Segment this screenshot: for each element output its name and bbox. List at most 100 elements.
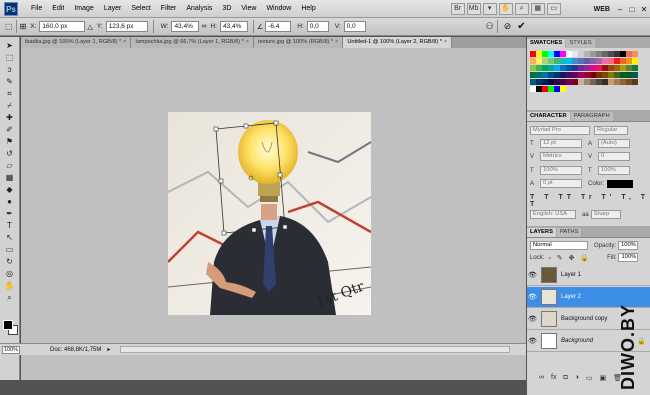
tab-paths[interactable]: PATHS bbox=[556, 228, 582, 237]
transform-tool-icon[interactable]: ⬚ bbox=[5, 22, 13, 31]
tab-untitled-1[interactable]: Untitled-1 @ 100% (Layer 2, RGB/8) * × bbox=[343, 37, 453, 48]
color-swatch[interactable] bbox=[632, 58, 638, 64]
color-swatch[interactable] bbox=[632, 72, 638, 78]
vskew-field[interactable]: 0,0 bbox=[343, 21, 366, 32]
zoom-level-icon[interactable]: ▾ bbox=[482, 3, 497, 15]
fill-field[interactable]: 100% bbox=[618, 253, 639, 262]
link-layers-icon[interactable]: ∞ bbox=[539, 374, 544, 382]
tab-swatches[interactable]: SWATCHES bbox=[527, 39, 566, 48]
blur-tool-icon[interactable]: ◆ bbox=[3, 184, 17, 195]
menu-view[interactable]: View bbox=[236, 0, 261, 18]
dodge-tool-icon[interactable]: ● bbox=[3, 196, 17, 207]
menu-layer[interactable]: Layer bbox=[99, 0, 127, 18]
lock-icons[interactable]: ▫ ✎ ✥ 🔒 bbox=[548, 254, 591, 262]
tab-layers[interactable]: LAYERS bbox=[527, 228, 556, 237]
layer-style-icon[interactable]: fx bbox=[551, 374, 556, 382]
layer-name[interactable]: Layer 1 bbox=[561, 272, 581, 278]
close-icon[interactable]: ✕ bbox=[638, 5, 650, 14]
menu-file[interactable]: File bbox=[26, 0, 47, 18]
visibility-eye-icon[interactable]: 👁 bbox=[527, 337, 538, 345]
layer-row-layer-1[interactable]: 👁 Layer 1 bbox=[527, 265, 650, 286]
font-size-field[interactable]: 12 pt bbox=[540, 139, 582, 148]
quick-selection-tool-icon[interactable]: ✎ bbox=[3, 76, 17, 87]
healing-brush-tool-icon[interactable]: ✚ bbox=[3, 112, 17, 123]
text-color-swatch[interactable] bbox=[607, 179, 634, 188]
close-tab-icon[interactable]: × bbox=[335, 39, 338, 45]
pen-tool-icon[interactable]: ✒ bbox=[3, 208, 17, 219]
menu-window[interactable]: Window bbox=[261, 0, 296, 18]
color-swatch[interactable] bbox=[632, 51, 638, 57]
tracking-field[interactable]: 0 bbox=[598, 152, 630, 161]
visibility-eye-icon[interactable]: 👁 bbox=[527, 293, 538, 301]
h-field[interactable]: 43,4% bbox=[219, 21, 248, 32]
kerning-field[interactable]: Metrics bbox=[540, 152, 582, 161]
color-swatch[interactable] bbox=[632, 79, 638, 85]
adjustment-layer-icon[interactable]: ◑ bbox=[575, 374, 579, 382]
opacity-field[interactable]: 100% bbox=[618, 241, 639, 250]
zoom-tool-icon[interactable]: ⌕ bbox=[514, 3, 529, 15]
color-swatch[interactable] bbox=[560, 86, 566, 92]
commit-transform-icon[interactable]: ✔ bbox=[517, 21, 525, 32]
new-layer-icon[interactable]: ▣ bbox=[600, 374, 607, 382]
eraser-tool-icon[interactable]: ▱ bbox=[3, 160, 17, 171]
workspace-switcher[interactable]: WEB bbox=[590, 6, 614, 13]
crop-tool-icon[interactable]: ⌗ bbox=[3, 88, 17, 99]
brush-tool-icon[interactable]: ✐ bbox=[3, 124, 17, 135]
menu-select[interactable]: Select bbox=[126, 0, 155, 18]
lasso-tool-icon[interactable]: ↄ bbox=[3, 64, 17, 75]
move-tool-icon[interactable]: ➤ bbox=[3, 40, 17, 51]
path-selection-tool-icon[interactable]: ↖ bbox=[3, 232, 17, 243]
minibridge-icon[interactable]: Mb bbox=[466, 3, 481, 15]
menu-image[interactable]: Image bbox=[69, 0, 98, 18]
shape-tool-icon[interactable]: ▭ bbox=[3, 244, 17, 255]
font-style-field[interactable]: Regular bbox=[594, 126, 628, 135]
menu-3d[interactable]: 3D bbox=[217, 0, 236, 18]
tab-texture[interactable]: texture.jpg @ 100% (RGB/8) * × bbox=[254, 37, 344, 48]
hskew-field[interactable]: 0,0 bbox=[306, 21, 329, 32]
menu-analysis[interactable]: Analysis bbox=[181, 0, 217, 18]
eyedropper-tool-icon[interactable]: ⌿ bbox=[3, 100, 17, 111]
document-canvas[interactable]: 1st Qtr bbox=[168, 112, 371, 315]
marquee-tool-icon[interactable]: ⬚ bbox=[3, 52, 17, 63]
link-icon[interactable]: ∞ bbox=[201, 23, 206, 30]
clone-stamp-tool-icon[interactable]: ⚑ bbox=[3, 136, 17, 147]
reference-point-icon[interactable]: ⊞ bbox=[20, 22, 27, 31]
visibility-eye-icon[interactable]: 👁 bbox=[527, 315, 538, 323]
type-tool-icon[interactable]: T bbox=[3, 220, 17, 231]
blend-mode-select[interactable]: Normal bbox=[530, 241, 588, 250]
layer-name[interactable]: Background copy bbox=[561, 316, 607, 322]
tab-paragraph[interactable]: PARAGRAPH bbox=[570, 112, 613, 121]
close-tab-icon[interactable]: × bbox=[246, 39, 249, 45]
status-menu-icon[interactable]: ▸ bbox=[107, 346, 110, 353]
close-tab-icon[interactable]: × bbox=[444, 39, 447, 45]
document-info[interactable]: Doc: 468,8K/1,75M bbox=[50, 347, 101, 353]
leading-field[interactable]: (Auto) bbox=[598, 139, 630, 148]
minimize-icon[interactable]: – bbox=[614, 5, 626, 14]
tab-lampochka[interactable]: lampochka.jpg @ 66,7% (Layer 1, RGB/8) *… bbox=[131, 37, 255, 48]
layer-name[interactable]: Layer 2 bbox=[561, 294, 581, 300]
horizontal-scrollbar[interactable] bbox=[120, 346, 510, 353]
zoom-field[interactable]: 100% bbox=[2, 345, 20, 354]
history-brush-tool-icon[interactable]: ↺ bbox=[3, 148, 17, 159]
cancel-transform-icon[interactable]: ⊘ bbox=[504, 21, 512, 32]
font-family-field[interactable]: Myriad Pro bbox=[530, 126, 590, 135]
tab-styles[interactable]: STYLES bbox=[566, 39, 595, 48]
warp-icon[interactable]: ⚇ bbox=[486, 21, 494, 32]
group-icon[interactable]: ▭ bbox=[586, 374, 593, 382]
tab-ibadka[interactable]: ibadka.jpg @ 100% (Layer 1, RGB/8) * × bbox=[21, 37, 132, 48]
delta-icon[interactable]: △ bbox=[87, 23, 92, 31]
bridge-icon[interactable]: Br bbox=[450, 3, 465, 15]
language-field[interactable]: English: USA bbox=[530, 210, 576, 219]
3d-orbit-tool-icon[interactable]: ◎ bbox=[3, 268, 17, 279]
y-field[interactable]: 123,6 px bbox=[105, 21, 148, 32]
close-tab-icon[interactable]: × bbox=[123, 39, 126, 45]
menu-help[interactable]: Help bbox=[296, 0, 320, 18]
vertical-scale-field[interactable]: 100% bbox=[540, 166, 582, 175]
text-style-buttons[interactable]: T T TT Tr T' T, T T bbox=[530, 194, 650, 208]
baseline-shift-field[interactable]: 0 pt bbox=[540, 179, 582, 188]
tab-character[interactable]: CHARACTER bbox=[527, 112, 570, 121]
screen-mode-icon[interactable]: ▭ bbox=[546, 3, 561, 15]
gradient-tool-icon[interactable]: ▦ bbox=[3, 172, 17, 183]
maximize-icon[interactable]: □ bbox=[626, 5, 638, 14]
foreground-color-swatch[interactable] bbox=[3, 320, 13, 330]
